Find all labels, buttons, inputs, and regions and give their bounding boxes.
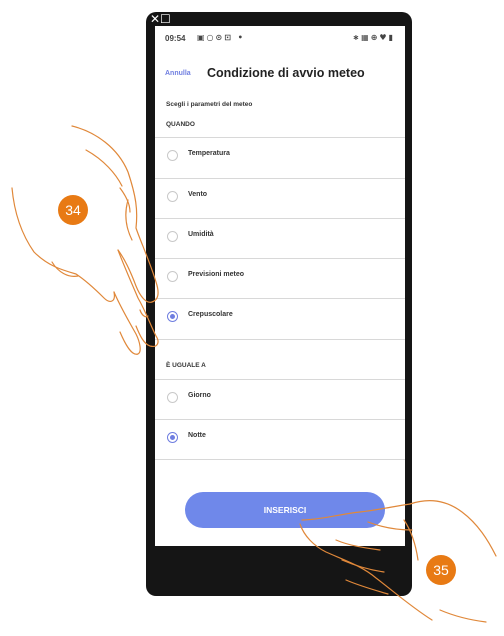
radio-unchecked-icon[interactable] xyxy=(167,191,178,202)
cancel-link[interactable]: Annulla xyxy=(165,70,191,77)
option-label: Crepuscolare xyxy=(188,311,233,318)
window-controls: ✕☐ xyxy=(150,12,171,26)
radio-unchecked-icon[interactable] xyxy=(167,150,178,161)
phone-screen: 09:54 ▣○⊙⊡ • ∗▦⊕♥▮ Annulla Condizione di… xyxy=(155,26,405,546)
status-bar: 09:54 ▣○⊙⊡ • ∗▦⊕♥▮ xyxy=(155,26,405,52)
option-label: Temperatura xyxy=(188,150,230,157)
equals-section-label: È UGUALE A xyxy=(166,362,206,369)
when-section-label: QUANDO xyxy=(166,121,195,128)
divider xyxy=(155,459,405,460)
radio-unchecked-icon[interactable] xyxy=(167,231,178,242)
option-umidita[interactable]: Umidità xyxy=(155,219,405,259)
radio-unchecked-icon[interactable] xyxy=(167,271,178,282)
insert-button[interactable]: INSERISCI xyxy=(185,492,385,528)
step-badge-35: 35 xyxy=(426,555,456,585)
option-label: Notte xyxy=(188,432,206,439)
option-label: Previsioni meteo xyxy=(188,271,245,278)
option-temperatura[interactable]: Temperatura xyxy=(155,138,405,178)
system-icons: ∗▦⊕♥▮ xyxy=(352,33,395,42)
option-label: Giorno xyxy=(188,392,211,399)
intro-text: Scegli i parametri del meteo xyxy=(166,101,253,108)
option-previsioni-meteo[interactable]: Previsioni meteo xyxy=(155,259,405,299)
notification-icons: ▣○⊙⊡ • xyxy=(197,33,245,42)
divider xyxy=(155,339,405,340)
status-time: 09:54 xyxy=(165,34,186,43)
radio-checked-icon[interactable] xyxy=(167,311,178,322)
radio-unchecked-icon[interactable] xyxy=(167,392,178,403)
option-notte[interactable]: Notte xyxy=(155,420,405,460)
option-label: Umidità xyxy=(188,231,214,238)
step-badge-34: 34 xyxy=(58,195,88,225)
option-crepuscolare[interactable]: Crepuscolare xyxy=(155,299,405,339)
radio-checked-icon[interactable] xyxy=(167,432,178,443)
option-vento[interactable]: Vento xyxy=(155,179,405,219)
page-title: Condizione di avvio meteo xyxy=(207,66,365,80)
option-giorno[interactable]: Giorno xyxy=(155,380,405,420)
option-label: Vento xyxy=(188,191,208,198)
